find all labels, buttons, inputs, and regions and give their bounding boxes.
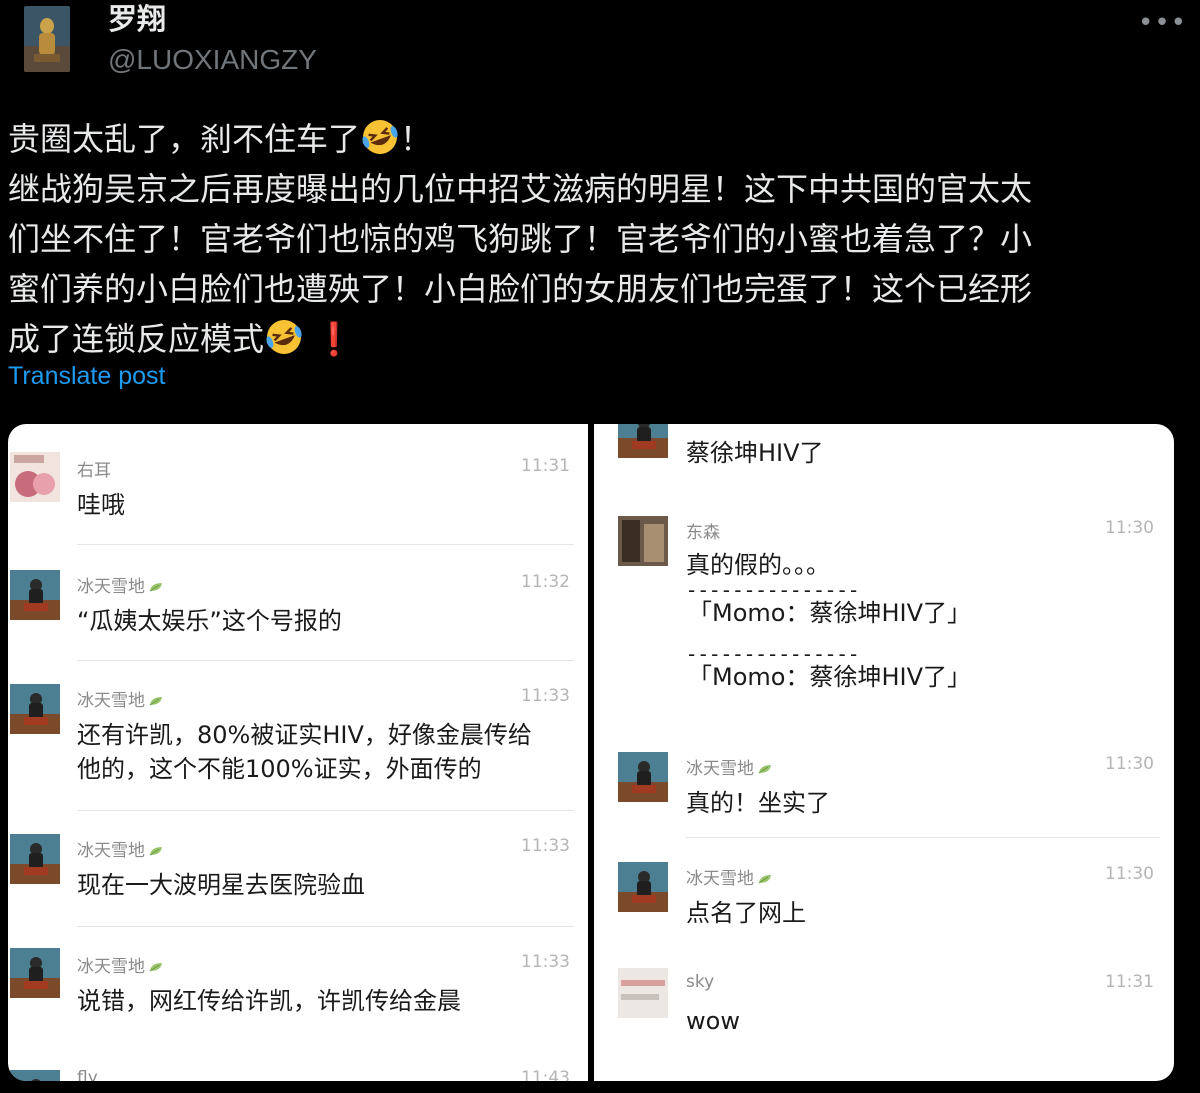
chat-timestamp: 11:33 bbox=[521, 952, 570, 972]
chat-avatar bbox=[10, 1070, 60, 1081]
author-handle[interactable]: @LUOXIANGZY bbox=[108, 42, 317, 78]
chat-sender-text: 冰天雪地 bbox=[77, 691, 145, 711]
post-line: 们坐不住了！官老爷们也惊的鸡飞狗跳了！官老爷们的小蜜也着急了？小 bbox=[8, 220, 1033, 258]
chat-avatar bbox=[10, 570, 60, 620]
chat-sender-name: 东森 bbox=[686, 518, 720, 543]
chat-sender-text: 冰天雪地 bbox=[686, 869, 754, 889]
chat-separator bbox=[77, 810, 574, 811]
chat-separator bbox=[77, 544, 574, 545]
chat-message-text: 还有许凯，80%被证实HIV，好像金晨传给 他的，这个不能100%证实，外面传的 bbox=[77, 721, 532, 783]
chat-avatar bbox=[618, 862, 668, 912]
post-line: 成了连锁反应模式 ❗ bbox=[8, 314, 1183, 364]
chat-message: 冰天雪地 11:33 还有许凯，80%被证实HIV，好像金晨传给 他的，这个不能10… bbox=[8, 668, 588, 818]
leaf-icon bbox=[149, 847, 162, 856]
leaf-icon bbox=[758, 875, 771, 884]
chat-sender-name: 右耳 bbox=[77, 456, 111, 481]
chat-sender-name: 冰天雪地 bbox=[77, 686, 164, 711]
chat-message-text: 说错，网红传给许凯，许凯传给金晨 bbox=[77, 987, 461, 1015]
translate-post-link[interactable]: Translate post bbox=[8, 362, 165, 391]
chat-sender-text: sky bbox=[686, 972, 715, 992]
chat-avatar bbox=[10, 684, 60, 734]
chat-avatar bbox=[618, 968, 668, 1018]
chat-message-text: 真的！坐实了 bbox=[686, 789, 830, 817]
chat-sender-name: sky bbox=[686, 972, 714, 992]
chat-sender-name: 冰天雪地 bbox=[77, 836, 164, 861]
chat-message-text: 蔡徐坤HIV了 bbox=[686, 439, 824, 467]
post-line-text: ！ bbox=[400, 120, 433, 158]
red-exclamation-icon: ❗ bbox=[314, 320, 355, 358]
chat-avatar bbox=[10, 834, 60, 884]
chat-sender-text: 东森 bbox=[686, 523, 720, 543]
chat-timestamp: 11:32 bbox=[521, 572, 570, 592]
chat-message-text: 哇哦 bbox=[77, 491, 125, 519]
chat-avatar bbox=[10, 452, 60, 502]
chat-sender-text: 冰天雪地 bbox=[686, 759, 754, 779]
more-options-icon[interactable]: ••• bbox=[1138, 8, 1187, 38]
leaf-icon bbox=[149, 963, 162, 972]
chat-message: 东森 11:30 真的假的。。。 - - - - - - - - - - - - - … bbox=[594, 500, 1174, 740]
quoted-message-text: 「Momo：蔡徐坤HIV了」 bbox=[688, 663, 971, 691]
chat-message-text: wow bbox=[686, 1007, 740, 1035]
rolling-laughing-emoji-icon bbox=[362, 120, 398, 154]
rolling-laughing-emoji-icon bbox=[266, 320, 302, 354]
post-line-text: 贵圈太乱了，刹不住车了 bbox=[8, 120, 361, 158]
chat-screenshot-right: 蔡徐坤HIV了 东森 11:30 真的假的。。。 - - - - - - - - - -… bbox=[594, 424, 1174, 1081]
chat-sender-text: 冰天雪地 bbox=[77, 841, 145, 861]
chat-sender-text: 冰天雪地 bbox=[77, 577, 145, 597]
chat-timestamp: 11:30 bbox=[1105, 518, 1154, 538]
chat-sender-text: fly bbox=[77, 1068, 98, 1081]
post-line: 贵圈太乱了，刹不住车了 ！ bbox=[8, 114, 1183, 164]
chat-separator bbox=[77, 660, 574, 661]
chat-timestamp: 11:30 bbox=[1105, 754, 1154, 774]
chat-timestamp: 11:30 bbox=[1105, 864, 1154, 884]
chat-separator bbox=[77, 926, 574, 927]
chat-timestamp: 11:33 bbox=[521, 836, 570, 856]
leaf-icon bbox=[758, 765, 771, 774]
chat-message: 冰天雪地 11:30 真的！坐实了 bbox=[594, 734, 1174, 839]
chat-timestamp: 11:43 bbox=[521, 1068, 570, 1081]
post-media[interactable]: 右耳 11:31 哇哦 冰天雪地 11:32 “瓜姨太娱乐”这个号报的 冰天雪地 11:33 还… bbox=[8, 424, 1174, 1081]
chat-message: 冰天雪地 11:33 说错，网红传给许凯，许凯传给金晨 bbox=[8, 932, 588, 1052]
chat-sender-name: 冰天雪地 bbox=[77, 952, 164, 977]
post-line-text: 成了连锁反应模式 bbox=[8, 320, 265, 358]
chat-sender-text: 冰天雪地 bbox=[77, 957, 145, 977]
chat-sender-text: 右耳 bbox=[77, 461, 111, 481]
chat-avatar bbox=[618, 424, 668, 458]
chat-message-text: 现在一大波明星去医院验血 bbox=[77, 871, 365, 899]
chat-message-text: 点名了网上 bbox=[686, 899, 806, 927]
chat-message: sky 11:31 wow bbox=[594, 952, 1174, 1081]
chat-timestamp: 11:31 bbox=[521, 456, 570, 476]
chat-message-text: “瓜姨太娱乐”这个号报的 bbox=[77, 607, 342, 635]
author-display-name[interactable]: 罗翔 bbox=[108, 0, 166, 38]
post-text: 贵圈太乱了，刹不住车了 ！ 继战狗吴京之后再度曝出的几位中招艾滋病的明星！这下中共… bbox=[8, 114, 1183, 364]
chat-avatar bbox=[618, 516, 668, 566]
chat-message-text: 真的假的。。。 bbox=[686, 551, 830, 579]
chat-separator bbox=[686, 837, 1160, 838]
chat-message: fly 11:43 bbox=[8, 1060, 588, 1081]
post-line: 蜜们养的小白脸们也遭殃了！小白脸们的女朋友们也完蛋了！这个已经形 bbox=[8, 270, 1033, 308]
quoted-message-text: 「Momo：蔡徐坤HIV了」 bbox=[688, 599, 971, 627]
chat-message: 冰天雪地 11:32 “瓜姨太娱乐”这个号报的 bbox=[8, 552, 588, 667]
leaf-icon bbox=[149, 583, 162, 592]
chat-sender-name: fly bbox=[77, 1068, 98, 1081]
post-line: 继战狗吴京之后再度曝出的几位中招艾滋病的明星！这下中共国的官太太 bbox=[8, 170, 1033, 208]
chat-timestamp: 11:33 bbox=[521, 686, 570, 706]
chat-avatar bbox=[10, 948, 60, 998]
chat-avatar bbox=[618, 752, 668, 802]
chat-message: 蔡徐坤HIV了 bbox=[594, 424, 1174, 488]
chat-message: 冰天雪地 11:33 现在一大波明星去医院验血 bbox=[8, 818, 588, 930]
chat-message: 冰天雪地 11:30 点名了网上 bbox=[594, 844, 1174, 959]
chat-timestamp: 11:31 bbox=[1105, 972, 1154, 992]
chat-message: 右耳 11:31 哇哦 bbox=[8, 444, 588, 549]
author-avatar[interactable] bbox=[24, 6, 70, 72]
chat-sender-name: 冰天雪地 bbox=[686, 864, 773, 889]
chat-sender-name: 冰天雪地 bbox=[686, 754, 773, 779]
chat-screenshot-left: 右耳 11:31 哇哦 冰天雪地 11:32 “瓜姨太娱乐”这个号报的 冰天雪地 11:33 还… bbox=[8, 424, 588, 1081]
leaf-icon bbox=[149, 697, 162, 706]
chat-sender-name: 冰天雪地 bbox=[77, 572, 164, 597]
